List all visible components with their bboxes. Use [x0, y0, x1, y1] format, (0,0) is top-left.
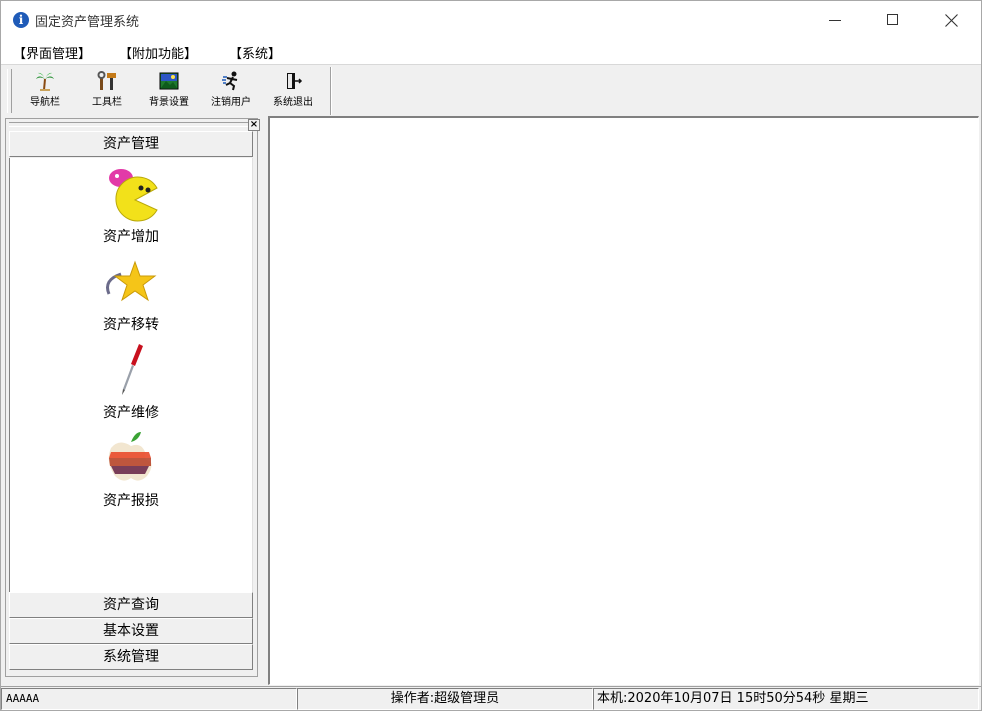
nav-item-asset-transfer[interactable]: 资产移转	[10, 252, 252, 340]
nav-item-label: 资产增加	[103, 229, 159, 245]
close-button[interactable]	[923, 1, 979, 39]
pacman-icon	[109, 169, 158, 222]
star-icon	[106, 260, 157, 302]
background-settings-button[interactable]: 背景设置	[139, 69, 199, 113]
title-bar: i 固定资产管理系统	[1, 1, 981, 39]
system-exit-button[interactable]: 系统退出	[263, 69, 323, 113]
nav-group-basic-settings[interactable]: 基本设置	[9, 618, 253, 644]
toolbar-grip[interactable]	[7, 69, 12, 113]
nav-item-label: 资产维修	[103, 405, 159, 421]
menu-system[interactable]: 【系统】	[229, 43, 281, 62]
nav-item-asset-repair[interactable]: 资产维修	[10, 340, 252, 428]
apple-icon	[108, 432, 152, 481]
status-panel-info: AAAAA	[1, 688, 297, 710]
nav-group-asset-query[interactable]: 资产查询	[9, 592, 253, 618]
close-icon	[945, 14, 958, 27]
toolbar-button-label: 系统退出	[273, 97, 313, 108]
minimize-icon	[829, 20, 841, 21]
tools-icon	[97, 71, 116, 90]
screwdriver-icon	[122, 344, 143, 395]
menu-additional-functions[interactable]: 【附加功能】	[119, 43, 197, 62]
nav-item-label: 资产报损	[103, 493, 159, 509]
toolbar-separator	[330, 67, 332, 115]
status-panel-operator: 操作者:超级管理员	[297, 688, 593, 710]
toolbar-button-label: 注销用户	[211, 97, 251, 108]
toolbar-button-label: 导航栏	[30, 97, 60, 108]
nav-panel-close-button[interactable]: ×	[248, 119, 260, 131]
maximize-icon	[887, 14, 898, 25]
toolbar: 导航栏 工具栏 背景设置 注销用户 系统退出	[1, 65, 981, 117]
palm-tree-icon	[36, 72, 54, 91]
main-content-area[interactable]	[268, 116, 979, 685]
nav-item-label: 资产移转	[103, 317, 159, 333]
exit-door-icon	[287, 73, 303, 89]
nav-item-asset-add[interactable]: 资产增加	[10, 164, 252, 252]
menu-bar: 【界面管理】 【附加功能】 【系统】	[1, 39, 981, 65]
app-window: i 固定资产管理系统 【界面管理】 【附加功能】 【系统】 导航栏 工具栏 背景…	[0, 0, 982, 711]
window-title: 固定资产管理系统	[35, 15, 140, 30]
navbar-toggle-button[interactable]: 导航栏	[15, 69, 75, 113]
running-man-icon	[222, 71, 238, 91]
toolbar-button-label: 背景设置	[149, 97, 189, 108]
navigation-panel: × 资产管理 资产增加 资产移转 资产维修 资产报损 资产查询 基本设置 系统管…	[5, 118, 260, 677]
toolbar-button-label: 工具栏	[92, 97, 122, 108]
nav-group-asset-management[interactable]: 资产管理	[9, 131, 253, 157]
picture-icon	[159, 72, 179, 90]
nav-group-system-management[interactable]: 系统管理	[9, 644, 253, 670]
nav-item-asset-scrap[interactable]: 资产报损	[10, 428, 252, 516]
minimize-button[interactable]	[807, 1, 863, 39]
status-bar: AAAAA 操作者:超级管理员 本机:2020年10月07日 15时50分54秒…	[1, 686, 981, 710]
status-panel-datetime: 本机:2020年10月07日 15时50分54秒 星期三	[593, 688, 979, 710]
info-icon: i	[13, 12, 29, 28]
maximize-button[interactable]	[863, 1, 919, 39]
logout-user-button[interactable]: 注销用户	[201, 69, 261, 113]
nav-group-body: 资产增加 资产移转 资产维修 资产报损	[9, 158, 253, 592]
menu-interface-management[interactable]: 【界面管理】	[13, 43, 91, 62]
nav-panel-grip[interactable]	[9, 122, 249, 127]
toolbar-toggle-button[interactable]: 工具栏	[77, 69, 137, 113]
